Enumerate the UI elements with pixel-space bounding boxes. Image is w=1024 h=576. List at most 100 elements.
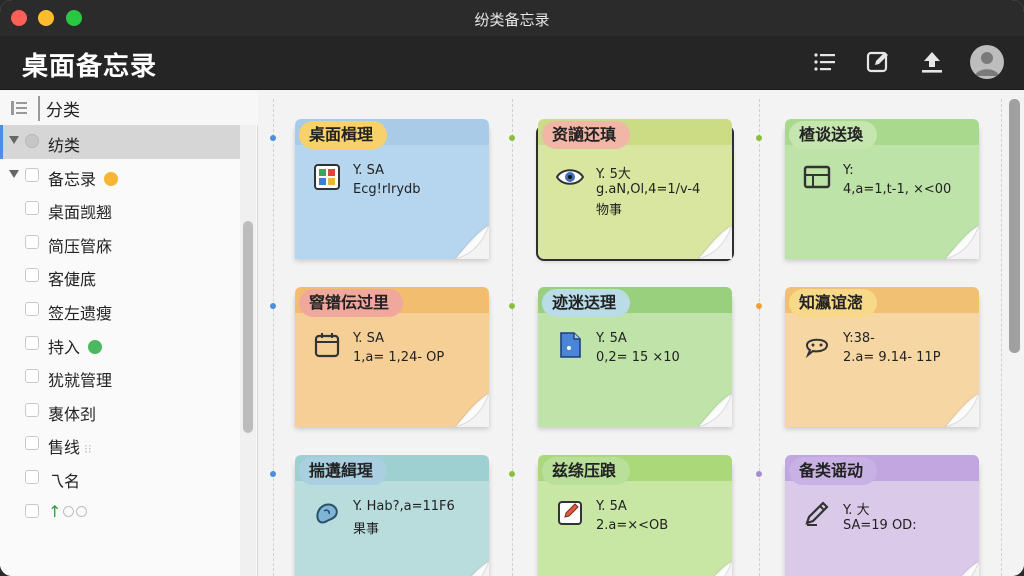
sticky-note[interactable]: 揣遘緝瑆 Y. Hab?,a=11F6 果事: [295, 455, 489, 576]
note-text-line: 物事: [596, 203, 623, 218]
sidebar-item[interactable]: 备忘录: [0, 159, 240, 193]
item-checkbox[interactable]: [25, 301, 39, 316]
page-curl-icon: [698, 225, 732, 259]
sidebar-item[interactable]: 客倢底: [0, 259, 240, 293]
note-title: 资讁还瑱: [542, 121, 631, 149]
item-checkbox[interactable]: [25, 335, 39, 350]
note-text-line: 2.a=×<OB: [596, 518, 669, 533]
note-text-line: 2.a= 9.14- 11P: [843, 350, 941, 365]
sidebar-item-suffix: ⁝⁝: [84, 442, 92, 457]
board-scrollbar-thumb[interactable]: [1009, 99, 1020, 353]
note-text-line: 1,a= 1,24- OP: [353, 350, 445, 365]
sticky-note[interactable]: 兹绦压踉 Y. 5A 2.a=×<OB: [538, 455, 732, 576]
sidebar-item[interactable]: 桌面觊翘: [0, 192, 240, 226]
disclosure-caret-icon[interactable]: [9, 136, 19, 144]
sticky-note[interactable]: 备类谣动 Y. 大 SA=19 OD:: [785, 455, 979, 576]
sidebar-item[interactable]: 褢体刭: [0, 394, 240, 428]
sticky-note[interactable]: 迹迷迗理 Y. 5A 0,2= 15 ×10: [538, 287, 732, 427]
item-checkbox[interactable]: [25, 402, 39, 417]
sidebar-item[interactable]: 简压管庥: [0, 226, 240, 260]
sidebar-item[interactable]: ↑: [0, 495, 240, 529]
edit-icon: [866, 51, 888, 73]
sticky-note[interactable]: 窨镨伝过里 Y. SA 1,a= 1,24- OP: [295, 287, 489, 427]
sidebar-item-label: 售线 ⁝⁝: [48, 434, 92, 458]
item-checkbox[interactable]: [25, 369, 39, 384]
note-text-line: 0,2= 15 ×10: [596, 350, 680, 365]
column-divider: [273, 99, 274, 576]
user-avatar[interactable]: [970, 45, 1004, 79]
item-checkbox[interactable]: [25, 469, 39, 484]
page-curl-icon: [945, 225, 979, 259]
timeline-dot: [270, 303, 276, 309]
item-checkbox[interactable]: [25, 234, 39, 249]
sidebar-header: 分类: [0, 91, 258, 125]
export-button[interactable]: [916, 46, 948, 78]
column-divider: [512, 99, 513, 576]
sidebar-item-text: 简压管庥: [48, 236, 113, 256]
sidebar-item-label: 犹就管理: [48, 367, 112, 391]
note-text-line: Y:38-: [843, 331, 875, 346]
page-curl-icon: [470, 561, 489, 576]
item-checkbox[interactable]: [25, 167, 39, 182]
sticky-note[interactable]: 资讁还瑱 Y. 5大 g.aN,Ol,4=1/v-4 物事: [536, 119, 734, 261]
column-divider: [759, 99, 760, 576]
item-checkbox[interactable]: [25, 201, 39, 216]
panel-icon: [803, 165, 831, 189]
list-view-button[interactable]: [809, 46, 841, 78]
sidebar-item-label: 纺类: [48, 132, 80, 156]
app-title: 桌面备忘录: [22, 52, 158, 82]
sidebar-item-text: 客倢底: [48, 270, 97, 290]
item-checkbox[interactable]: [25, 436, 39, 451]
avatar-icon: [975, 52, 999, 76]
sticky-note[interactable]: 知瀛谊滵 Y:38- 2.a= 9.14- 11P: [785, 287, 979, 427]
sticky-note[interactable]: 桌面楫理 Y. SA Ecg!rIrydb: [295, 119, 489, 259]
document-icon: [560, 332, 581, 358]
item-checkbox[interactable]: [25, 134, 39, 148]
window-title: 纷类备忘录: [474, 11, 550, 29]
item-checkbox[interactable]: [25, 268, 39, 283]
sidebar-item[interactable]: 犹就管理: [0, 360, 240, 394]
sticky-note[interactable]: 楂谈送瑍 Y: 4,a=1,t-1, ×<00: [785, 119, 979, 259]
chat-icon: [805, 338, 829, 359]
timeline-dot: [270, 471, 276, 477]
sidebar-item[interactable]: 售线 ⁝⁝: [0, 427, 240, 461]
sidebar-scrollbar-thumb[interactable]: [243, 221, 253, 433]
column-divider: [1001, 99, 1002, 576]
sidebar-item-text: 桌面觊翘: [48, 203, 113, 223]
page-curl-icon: [455, 225, 489, 259]
sidebar-item-label: 客倢底: [48, 266, 96, 290]
sidebar-item-text: 褢体刭: [48, 404, 97, 424]
timeline-dot: [509, 135, 515, 141]
app-window: 纷类备忘录 桌面备忘录 分类 纺类 备忘录 桌面觊翘 简压管庥 客倢底 签左遗瘦…: [0, 0, 1024, 576]
note-title: 兹绦压踉: [542, 457, 631, 485]
list-icon: [814, 53, 835, 71]
disclosure-caret-icon[interactable]: [9, 169, 19, 178]
outline-icon: [11, 101, 27, 115]
sidebar-item-label: 乁名: [48, 468, 80, 492]
note-title: 备类谣动: [789, 457, 878, 485]
status-dot-icon: [88, 339, 103, 354]
note-title: 楂谈送瑍: [789, 121, 878, 149]
item-checkbox[interactable]: [25, 503, 39, 518]
sidebar-item-text: 纺类: [48, 136, 81, 155]
category-list: 纺类备忘录桌面觊翘简压管庥客倢底签左遗瘦持入犹就管理褢体刭售线 ⁝⁝ 乁名 ↑: [0, 125, 240, 528]
sidebar-item[interactable]: 乁名: [0, 461, 240, 495]
note-text-line: Ecg!rIrydb: [353, 182, 421, 197]
sidebar-item[interactable]: 持入: [0, 327, 240, 361]
sidebar-header-label: 分类: [38, 95, 80, 121]
note-title: 桌面楫理: [299, 121, 388, 149]
timeline-dot: [756, 135, 762, 141]
sidebar-item[interactable]: 签左遗瘦: [0, 293, 240, 327]
sidebar-item[interactable]: 纺类: [0, 125, 240, 159]
note-text-line: Y. 5A: [596, 499, 627, 514]
note-text-line: Y. Hab?,a=11F6: [353, 499, 455, 514]
compose-button[interactable]: [862, 46, 894, 78]
sidebar-item-label: 备忘录: [48, 166, 119, 190]
sidebar-item-label: 褢体刭: [48, 401, 96, 425]
note-text-line: Y:: [843, 163, 854, 178]
calendar-grid-icon: [314, 164, 340, 190]
sidebar-item-text: 签左遗瘦: [48, 303, 113, 323]
page-curl-icon: [455, 393, 489, 427]
page-curl-icon: [960, 561, 979, 576]
note-text-line: g.aN,Ol,4=1/v-4: [596, 182, 701, 197]
